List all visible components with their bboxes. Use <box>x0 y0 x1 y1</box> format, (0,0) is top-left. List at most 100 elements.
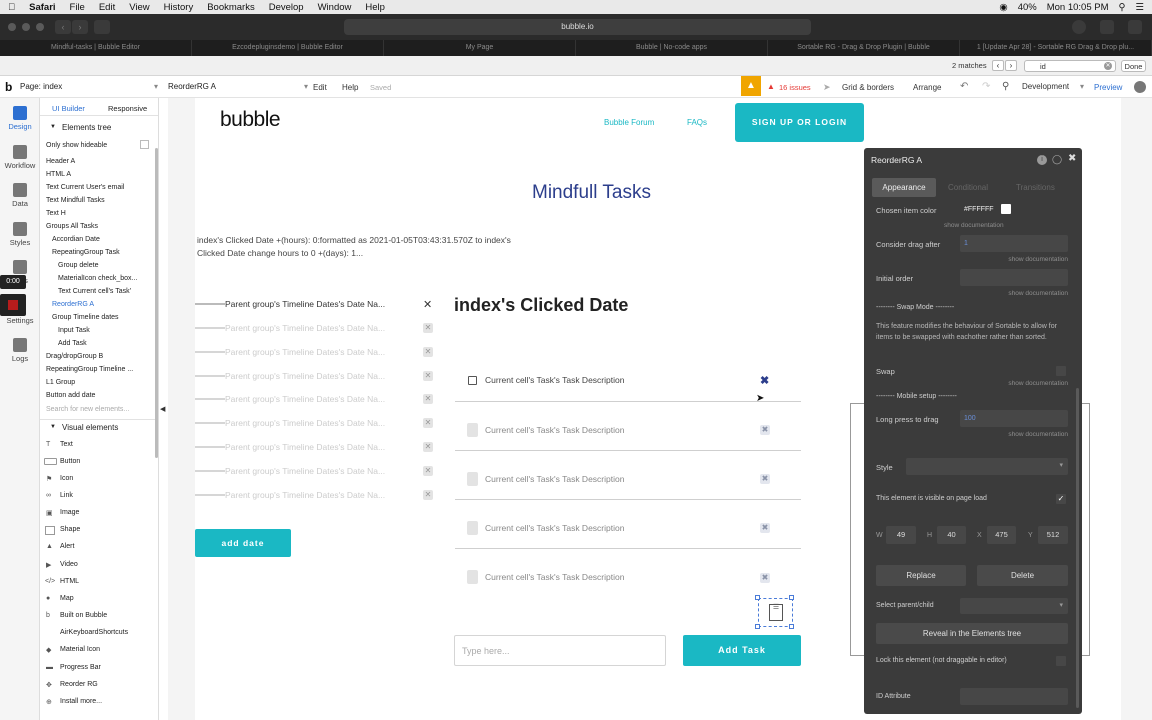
close-window-icon[interactable] <box>8 23 16 31</box>
delete-task-icon[interactable]: ✖ <box>760 425 770 435</box>
page-selector[interactable]: Page: index ▾ <box>20 80 158 94</box>
visual-item-material-icon[interactable]: Material Icon <box>60 646 100 653</box>
tree-item[interactable]: Header A <box>46 158 75 165</box>
browser-tab[interactable]: Bubble | No-code apps <box>576 40 768 56</box>
element-selector[interactable]: ReorderRG A ▾ <box>168 80 308 94</box>
initial-order-input[interactable] <box>960 269 1068 286</box>
tree-item[interactable]: Text Current cell's Task' <box>58 288 131 295</box>
browser-tab[interactable]: 1 [Update Apr 28] - Sortable RG Drag & D… <box>960 40 1152 56</box>
delete-task-icon[interactable]: ✖ <box>760 523 770 533</box>
rail-design[interactable]: Design <box>0 106 40 131</box>
visual-item-progress-bar[interactable]: Progress Bar <box>60 664 101 671</box>
close-icon[interactable]: ✕ <box>423 323 433 333</box>
tree-item[interactable]: RepeatingGroup Timeline ... <box>46 366 133 373</box>
bubble-b-logo[interactable]: b <box>5 80 12 94</box>
resize-handle[interactable] <box>789 624 794 629</box>
comment-icon[interactable]: ◯ <box>1052 154 1062 165</box>
add-task-button[interactable]: Add Task <box>683 635 801 666</box>
download-icon[interactable] <box>1072 20 1086 34</box>
menu-window[interactable]: Window <box>318 2 352 13</box>
menu-bookmarks[interactable]: Bookmarks <box>207 2 255 13</box>
color-swatch[interactable] <box>1001 204 1011 214</box>
battery-percent[interactable]: 40% <box>1018 2 1037 13</box>
only-hideable-checkbox[interactable] <box>140 140 149 149</box>
browser-tab[interactable]: Sortable RG - Drag & Drop Plugin | Bubbl… <box>768 40 960 56</box>
collapse-triangle-icon[interactable]: ▼ <box>50 424 56 430</box>
search-icon[interactable]: ⚲ <box>1119 2 1126 13</box>
height-input[interactable]: 40 <box>937 526 966 544</box>
select-parent-dropdown[interactable]: ▾ <box>960 598 1068 614</box>
menu-file[interactable]: File <box>70 2 85 13</box>
user-avatar-icon[interactable] <box>1134 81 1146 93</box>
browser-tab[interactable]: Mindful-tasks | Bubble Editor <box>0 40 192 56</box>
rail-workflow[interactable]: Workflow <box>0 145 40 170</box>
visual-item-button[interactable]: Button <box>60 458 80 465</box>
id-attribute-input[interactable] <box>960 688 1068 705</box>
tree-item[interactable]: Text Current User's email <box>46 184 124 191</box>
gift-icon[interactable]: ▲ <box>741 76 761 96</box>
chosen-color-value[interactable]: #FFFFFF <box>964 206 994 213</box>
tab-responsive[interactable]: Responsive <box>108 104 147 113</box>
arrange-menu[interactable]: Arrange <box>913 83 941 92</box>
drag-after-input[interactable]: 1 <box>960 235 1068 252</box>
delete-task-icon[interactable]: ✖ <box>760 573 770 583</box>
tree-item[interactable]: Input Task <box>58 327 90 334</box>
close-icon[interactable]: ✕ <box>423 442 433 452</box>
x-input[interactable]: 475 <box>987 526 1016 544</box>
visual-item-alert[interactable]: Alert <box>60 543 74 550</box>
visual-item-reorder-rg[interactable]: Reorder RG <box>60 681 98 688</box>
y-input[interactable]: 512 <box>1038 526 1068 544</box>
pointer-icon[interactable]: ➤ <box>823 82 831 93</box>
close-icon[interactable]: ✕ <box>423 394 433 404</box>
long-press-input[interactable]: 100 <box>960 410 1068 427</box>
visible-on-load-checkbox[interactable]: ✓ <box>1056 494 1066 504</box>
visual-item-image[interactable]: Image <box>60 509 79 516</box>
resize-handle[interactable] <box>755 624 760 629</box>
resize-handle[interactable] <box>755 595 760 600</box>
recording-timer[interactable]: 0:00 <box>0 275 26 289</box>
preview-link[interactable]: Preview <box>1094 83 1122 92</box>
task-checkbox[interactable] <box>467 472 478 486</box>
browser-tab[interactable]: My Page <box>384 40 576 56</box>
tree-item[interactable]: Group delete <box>58 262 98 269</box>
address-bar[interactable]: bubble.io <box>344 19 811 35</box>
swap-checkbox[interactable] <box>1056 366 1066 376</box>
visual-item-built-on-bubble[interactable]: Built on Bubble <box>60 612 107 619</box>
reveal-in-tree-button[interactable]: Reveal in the Elements tree <box>876 623 1068 644</box>
rail-logs[interactable]: Logs <box>0 338 40 363</box>
collapse-panel-icon[interactable]: ◀ <box>160 405 165 413</box>
share-icon[interactable] <box>1100 20 1114 34</box>
visual-item-shape[interactable]: Shape <box>60 526 80 533</box>
bubble-forum-link[interactable]: Bubble Forum <box>604 118 654 127</box>
help-menu[interactable]: Help <box>342 83 358 92</box>
resize-handle[interactable] <box>789 595 794 600</box>
tabs-overview-icon[interactable] <box>1128 20 1142 34</box>
clear-search-icon[interactable]: ✕ <box>1104 62 1112 70</box>
visual-item-keyboard-shortcuts[interactable]: AirKeyboardShortcuts <box>60 629 128 636</box>
tree-item[interactable]: Drag/dropGroup B <box>46 353 103 360</box>
tab-transitions[interactable]: Transitions <box>1016 183 1055 192</box>
add-date-button[interactable]: add date <box>195 529 291 557</box>
tree-item[interactable]: Text H <box>46 210 66 217</box>
tree-item[interactable]: RepeatingGroup Task <box>52 249 120 256</box>
find-next-icon[interactable]: › <box>1005 60 1017 71</box>
close-icon[interactable]: ✕ <box>423 298 432 311</box>
visual-item-text[interactable]: Text <box>60 441 73 448</box>
visual-item-video[interactable]: Video <box>60 561 78 568</box>
style-dropdown[interactable]: ▾ <box>906 458 1068 475</box>
menu-help[interactable]: Help <box>365 2 385 13</box>
tree-item[interactable]: Group Timeline dates <box>52 314 119 321</box>
signup-login-button[interactable]: SIGN UP OR LOGIN <box>735 103 864 142</box>
visual-item-map[interactable]: Map <box>60 595 74 602</box>
menu-develop[interactable]: Develop <box>269 2 304 13</box>
rail-data[interactable]: Data <box>0 183 40 208</box>
width-input[interactable]: 49 <box>886 526 916 544</box>
sidebar-icon[interactable] <box>94 20 110 34</box>
issues-count[interactable]: 16 issues <box>779 83 811 92</box>
close-icon[interactable]: ✕ <box>423 418 433 428</box>
visual-item-html[interactable]: HTML <box>60 578 79 585</box>
grid-borders-menu[interactable]: Grid & borders <box>842 83 894 92</box>
back-icon[interactable]: ‹ <box>55 20 71 34</box>
task-checkbox[interactable] <box>467 521 478 535</box>
tree-item[interactable]: Accordian Date <box>52 236 100 243</box>
